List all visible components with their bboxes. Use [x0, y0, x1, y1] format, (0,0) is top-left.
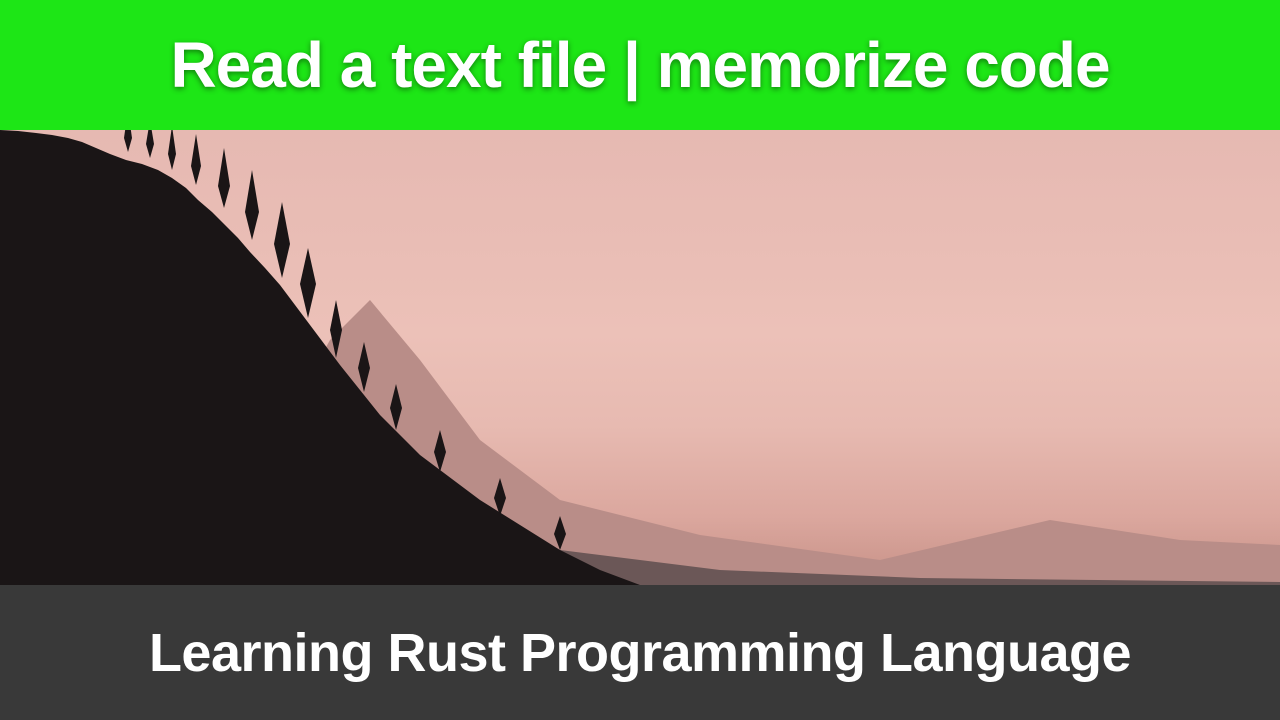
- bottom-banner: Learning Rust Programming Language: [0, 585, 1280, 720]
- top-banner-title: Read a text file | memorize code: [170, 28, 1109, 102]
- top-banner: Read a text file | memorize code: [0, 0, 1280, 130]
- hero-image: [0, 130, 1280, 585]
- mountain-near: [0, 130, 1280, 585]
- bottom-banner-title: Learning Rust Programming Language: [149, 622, 1131, 684]
